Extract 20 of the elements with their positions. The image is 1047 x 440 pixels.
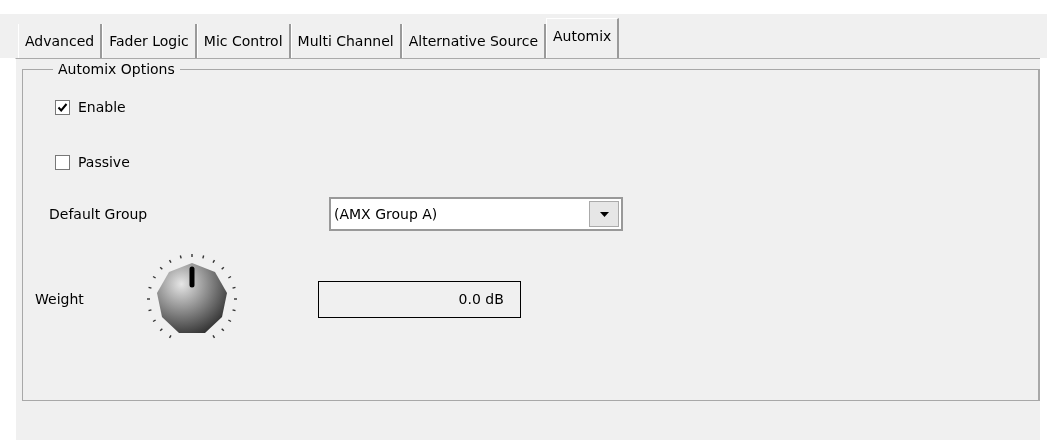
dropdown-button[interactable] (589, 201, 619, 227)
weight-label: Weight (35, 291, 84, 307)
default-group-label: Default Group (49, 206, 149, 222)
checkbox-box[interactable] (55, 154, 70, 170)
checkbox-box[interactable] (55, 99, 70, 115)
checkbox-label: Enable (78, 99, 126, 115)
tab[interactable]: Advanced (18, 24, 103, 58)
dropdown-value: (AMX Group A) (334, 206, 438, 222)
tab[interactable]: Automix (546, 18, 620, 58)
caret-icon (599, 211, 609, 217)
checkbox-label: Passive (78, 154, 130, 170)
default-group-dropdown[interactable]: (AMX Group A) (329, 197, 623, 231)
checkbox[interactable]: Passive (55, 154, 1038, 170)
tab[interactable]: Alternative Source (401, 24, 547, 58)
weight-readout: 0.0 dB (317, 280, 521, 318)
tab[interactable]: Multi Channel (290, 24, 402, 58)
checkbox[interactable]: Enable (55, 99, 1038, 115)
tab[interactable]: Mic Control (196, 24, 291, 58)
group-title: Automix Options (57, 61, 176, 77)
tab[interactable]: Fader Logic (102, 24, 197, 58)
